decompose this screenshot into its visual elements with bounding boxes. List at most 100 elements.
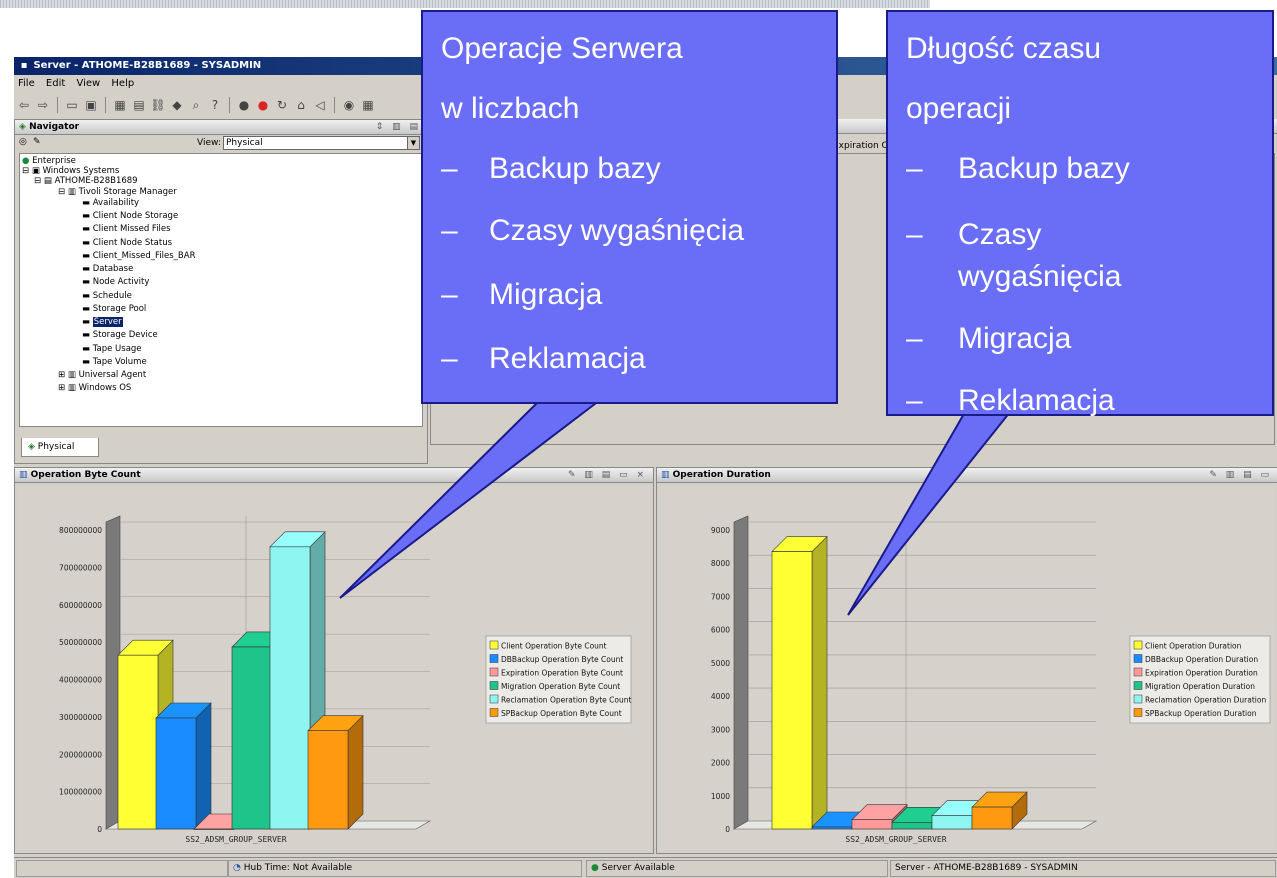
- chart-legend: Client Operation Byte Count DBBackup Oper…: [485, 635, 632, 724]
- expand-node-icon[interactable]: ⊞: [58, 383, 65, 393]
- collapse-icon[interactable]: ⊟: [58, 187, 65, 197]
- chevron-down-icon[interactable]: ▼: [407, 137, 419, 149]
- properties-icon[interactable]: ▤: [131, 97, 147, 113]
- toolbar-separator: [57, 97, 58, 113]
- tree-item[interactable]: ▬ Database: [82, 264, 133, 274]
- tree-item[interactable]: ▬ Schedule: [82, 291, 132, 301]
- byte-count-chart: 0 100000000 200000000 300000000 400000000 500…: [59, 515, 632, 844]
- chart-bar: [771, 535, 828, 830]
- y-tick-label: 7000: [711, 592, 730, 601]
- view-select[interactable]: Physical ▼: [223, 136, 420, 150]
- callout-bullet: –: [441, 214, 458, 247]
- forward-icon[interactable]: ⇨: [35, 97, 51, 113]
- legend-swatch: [489, 667, 499, 677]
- query-icon[interactable]: ⌕: [188, 97, 204, 113]
- callout-item: Reklamacja: [958, 384, 1115, 417]
- tree-item-windows-systems[interactable]: ⊟ ▣ Windows Systems: [22, 166, 119, 176]
- tree-item[interactable]: ▬ Availability: [82, 198, 139, 208]
- navigator-header: ◈ Navigator ⇕ ▥ ▤: [15, 120, 427, 135]
- tree-item[interactable]: ▬ Tape Volume: [82, 357, 147, 367]
- save-icon[interactable]: ▣: [83, 97, 99, 113]
- panel-controls[interactable]: ⇕ ▥ ▤: [376, 120, 421, 134]
- tree-item[interactable]: ▬ Node Activity: [82, 277, 149, 287]
- callout-bullet: –: [441, 278, 458, 311]
- legend-swatch: [489, 708, 499, 717]
- expand-node-icon[interactable]: ⊞: [58, 370, 65, 380]
- table-icon[interactable]: ▦: [360, 97, 376, 113]
- tree-item-host[interactable]: ⊟ ▤ ATHOME-B28B1689: [34, 176, 138, 186]
- y-tick-label: 500000000: [59, 638, 102, 647]
- tree-label: Storage Pool: [92, 304, 147, 314]
- bar-front-face: [231, 646, 273, 830]
- tree-item[interactable]: ▬ Client_Missed_Files_BAR: [82, 251, 195, 261]
- workspace-node-icon: ▬: [82, 238, 91, 248]
- tree-label: Windows OS: [78, 383, 132, 393]
- open-icon[interactable]: ▭: [64, 97, 80, 113]
- chart-panel-controls[interactable]: ✎ ▥ ▤ ▭ ×: [568, 468, 647, 482]
- situation-icon[interactable]: ◆: [169, 97, 185, 113]
- menu-view[interactable]: View: [76, 78, 100, 89]
- back-icon[interactable]: ⇦: [16, 97, 32, 113]
- y-tick-label: 600000000: [59, 601, 102, 610]
- tab-physical[interactable]: ◈ Physical: [21, 438, 99, 457]
- tree-item[interactable]: ▬ Storage Device: [82, 330, 158, 340]
- tree-item-enterprise[interactable]: ● Enterprise: [22, 156, 76, 166]
- tree-item[interactable]: ▬ Tape Usage: [82, 344, 142, 354]
- workspace-node-icon: ▬: [82, 264, 91, 274]
- tree-item[interactable]: ▬ Client Node Storage: [82, 211, 178, 221]
- tree-item-selected[interactable]: ▬ Server: [82, 317, 123, 327]
- help-icon[interactable]: ?: [207, 97, 223, 113]
- menu-help[interactable]: Help: [111, 78, 134, 89]
- column-header-expiration[interactable]: Expiration C: [833, 139, 888, 153]
- tree-item[interactable]: ▬ Storage Pool: [82, 304, 146, 314]
- x-category-label: SS2_ADSM_GROUP_SERVER: [185, 835, 286, 844]
- bar-front-face: [891, 822, 933, 830]
- callout-item: Migracja: [958, 322, 1072, 355]
- sound-icon[interactable]: ◁: [312, 97, 328, 113]
- expand-icon[interactable]: ✎: [33, 137, 41, 147]
- tree-item-universal-agent[interactable]: ⊞ ▥ Universal Agent: [58, 370, 146, 380]
- menu-edit[interactable]: Edit: [46, 78, 65, 89]
- callout-title: Długość czasu: [906, 32, 1102, 65]
- navigator-tree: ● Enterprise ⊟ ▣ Windows Systems ⊟ ▤ ATH…: [19, 153, 423, 427]
- tree-label: Client Missed Files: [92, 224, 171, 234]
- y-tick-label: 100000000: [59, 788, 102, 797]
- tree-item-tsm[interactable]: ⊟ ▥ Tivoli Storage Manager: [58, 187, 177, 197]
- menu-file[interactable]: File: [18, 78, 35, 89]
- legend-swatch: [489, 654, 499, 663]
- tree-label: Client_Missed_Files_BAR: [92, 251, 196, 261]
- alert-icon[interactable]: ●: [255, 97, 271, 113]
- link-icon[interactable]: ⛓: [150, 97, 166, 113]
- tree-item[interactable]: ▬ Client Missed Files: [82, 224, 171, 234]
- y-tick-label: 700000000: [59, 563, 102, 572]
- callout-bullet: –: [906, 384, 923, 417]
- collapse-icon[interactable]: ⊟: [22, 166, 29, 176]
- tree-label: Enterprise: [32, 156, 76, 166]
- tree-label: Tivoli Storage Manager: [78, 187, 177, 197]
- toolbar-separator: [229, 97, 230, 113]
- refresh-icon[interactable]: ↻: [274, 97, 290, 113]
- y-tick-label: 5000: [711, 659, 730, 668]
- agent-icon: ▥: [67, 383, 76, 393]
- stop-icon[interactable]: ●: [236, 97, 252, 113]
- callout-title: w liczbach: [441, 92, 580, 125]
- workspace-node-icon: ▬: [82, 198, 91, 208]
- collapse-icon[interactable]: ⊟: [34, 176, 41, 186]
- chart-bar: [155, 702, 212, 830]
- callout-left: Operacje Serwera w liczbach – Backup baz…: [421, 10, 838, 404]
- history-icon[interactable]: ◉: [341, 97, 357, 113]
- home-icon[interactable]: ⌂: [293, 97, 309, 113]
- navigator-tab-icon: ◈: [28, 442, 35, 452]
- tree-item-windows-os[interactable]: ⊞ ▥ Windows OS: [58, 383, 131, 393]
- sync-icon[interactable]: ◎: [19, 137, 27, 147]
- workspace-node-icon: ▬: [82, 317, 91, 327]
- chart-panel-controls[interactable]: ✎ ▥ ▤ ▭: [1209, 468, 1272, 482]
- y-tick-label: 1000: [711, 792, 730, 801]
- bar-chart-icon: ▥: [661, 470, 673, 480]
- callout-item: wygaśnięcia: [958, 260, 1122, 293]
- tree-label: ATHOME-B28B1689: [54, 176, 138, 186]
- legend-label: Expiration Operation Duration: [1145, 669, 1258, 678]
- workspace-icon[interactable]: ▦: [112, 97, 128, 113]
- tree-item[interactable]: ▬ Client Node Status: [82, 238, 172, 248]
- workspace-node-icon: ▬: [82, 357, 91, 367]
